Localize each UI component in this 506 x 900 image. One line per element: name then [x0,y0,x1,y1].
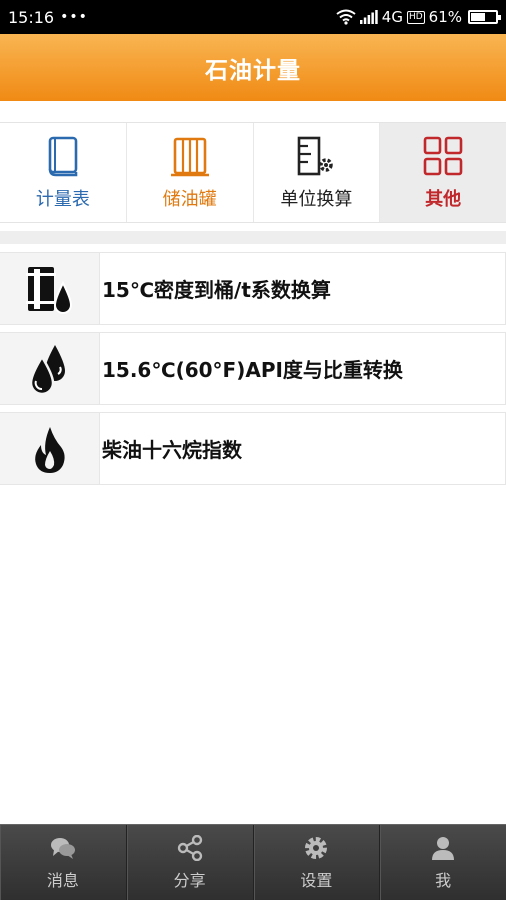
bottom-navigation: 消息 分享 设置 我 [0,824,506,900]
network-type: 4G [381,8,403,26]
battery-level [471,13,485,21]
flame-icon [34,426,65,473]
status-time: 15:16 [8,7,55,27]
tab-label: 储油罐 [162,188,217,210]
status-notification-dots: ••• [60,9,88,25]
list-item-icon-wrap [0,253,100,324]
nav-label: 我 [435,870,452,890]
unit-convert-icon [298,136,334,175]
hd-badge: HD [406,10,425,24]
list-item-api-gravity-conversion[interactable]: 15.6℃(60°F)API度与比重转换 [0,332,506,405]
tab-label: 计量表 [35,188,90,210]
grid-icon [423,136,463,175]
list-item-cetane-index[interactable]: 柴油十六烷指数 [0,412,506,485]
nav-label: 消息 [46,870,79,890]
battery-percent: 61% [428,8,462,26]
book-icon [48,136,78,176]
tank-icon [170,137,209,176]
share-icon [177,834,202,861]
nav-item-me[interactable]: 我 [380,825,506,900]
page-title: 石油计量 [205,57,301,84]
list-item-density-barrel-conversion[interactable]: 15℃密度到桶/t系数换算 [0,252,506,325]
header-bar: 石油计量 [0,34,506,101]
tab-other[interactable]: 其他 [380,123,506,222]
barrel-drop-icon [25,266,72,314]
category-tabs: 计量表 储油罐 单位换算 其他 [0,122,506,223]
status-right: 4G HD 61% [336,8,501,26]
nav-item-messages[interactable]: 消息 [0,825,127,900]
tab-label: 单位换算 [280,188,353,210]
nav-item-share[interactable]: 分享 [127,825,254,900]
list-item-icon-wrap [0,413,100,484]
gear-icon [305,836,328,859]
calculator-list: 15℃密度到桶/t系数换算 15.6℃(60°F)API度与比重转换 柴油十六烷… [0,252,506,492]
list-item-label: 柴油十六烷指数 [100,413,506,484]
tab-storage-tank[interactable]: 储油罐 [126,123,254,222]
nav-label: 设置 [300,870,333,890]
oil-drops-icon [29,344,65,395]
list-item-label: 15℃密度到桶/t系数换算 [100,253,506,324]
wifi-icon [336,9,356,25]
tab-unit-conversion[interactable]: 单位换算 [253,123,381,222]
nav-item-settings[interactable]: 设置 [254,825,381,900]
tab-label: 其他 [425,188,462,210]
list-item-icon-wrap [0,333,100,404]
signal-icon [359,10,378,24]
status-bar: 15:16 ••• 4G HD 61% [0,0,506,34]
nav-label: 分享 [173,870,206,890]
chat-icon [50,837,75,859]
list-item-label: 15.6℃(60°F)API度与比重转换 [100,333,506,404]
battery-icon [468,10,501,24]
user-icon [432,836,455,860]
app-screen: 15:16 ••• 4G HD 61% 石油计量 计量表 储油罐 单位换算 其他… [0,0,506,900]
tab-meter-table[interactable]: 计量表 [0,123,127,222]
section-divider [0,231,506,244]
status-left: 15:16 ••• [8,8,88,27]
